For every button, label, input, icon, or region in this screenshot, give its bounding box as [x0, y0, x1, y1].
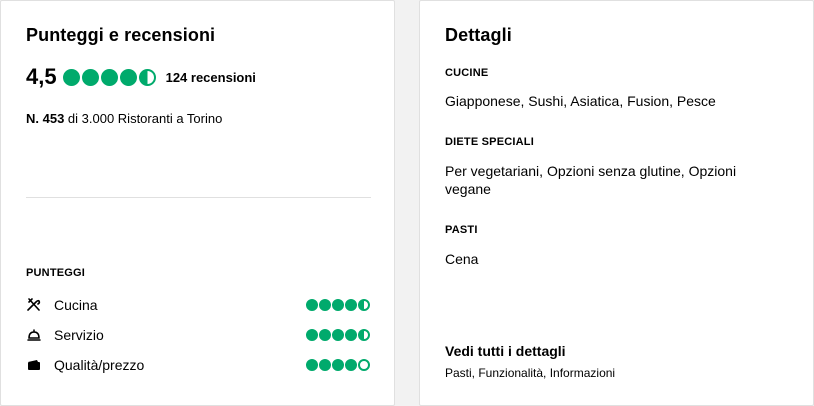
special-diets-value: Per vegetariani, Opzioni senza glutine, … — [445, 163, 737, 197]
bubble-full — [345, 329, 357, 341]
score-bubbles — [306, 329, 371, 341]
scores-label: PUNTEGGI — [26, 267, 86, 279]
rank-text: di 3.000 Ristoranti a Torino — [64, 111, 223, 126]
score-label: Cucina — [54, 297, 98, 313]
special-diets-label: DIETE SPECIALI — [445, 136, 534, 148]
meals-value: Cena — [445, 251, 479, 267]
divider — [26, 197, 371, 198]
bubble-full — [319, 299, 331, 311]
ratings-card: Punteggi e recensioni 4,5 124 recensioni… — [0, 0, 395, 406]
score-label: Qualità/prezzo — [54, 357, 145, 373]
details-card: Dettagli CUCINE Giapponese, Sushi, Asiat… — [419, 0, 814, 406]
service-bell-icon — [26, 327, 42, 343]
details-title: Dettagli — [445, 25, 512, 45]
bubble-half — [138, 68, 156, 86]
ranking: N. 453 di 3.000 Ristoranti a Torino — [26, 111, 222, 126]
cuisine-label: CUCINE — [445, 67, 489, 79]
bubble-full — [319, 329, 331, 341]
score-bubbles — [306, 299, 371, 311]
rank-number: N. 453 — [26, 111, 65, 126]
ratings-title: Punteggi e recensioni — [26, 25, 216, 45]
score-bubbles — [306, 359, 371, 371]
bubble-empty — [358, 359, 370, 371]
utensils-icon — [26, 297, 42, 313]
score-row-servizio: Servizio — [26, 325, 371, 345]
reviews-count-link[interactable]: 124 recensioni — [166, 70, 256, 85]
score-row-qualita-prezzo: Qualità/prezzo — [26, 355, 371, 375]
bubble-full — [332, 359, 344, 371]
overall-rating: 4,5 124 recensioni — [26, 63, 256, 91]
bubble-full — [81, 68, 99, 86]
bubble-half — [358, 329, 370, 341]
bubble-full — [332, 329, 344, 341]
overall-rating-value: 4,5 — [26, 64, 57, 89]
see-all-details-link[interactable]: Vedi tutti i dettagli — [445, 343, 566, 359]
see-all-details-subtext: Pasti, Funzionalità, Informazioni — [445, 366, 616, 380]
bubble-half — [358, 299, 370, 311]
bubble-full — [345, 299, 357, 311]
bubble-full — [119, 68, 137, 86]
score-row-cucina: Cucina — [26, 295, 371, 315]
bubble-full — [332, 299, 344, 311]
score-label: Servizio — [54, 327, 104, 343]
bubble-full — [319, 359, 331, 371]
meals-label: PASTI — [445, 224, 478, 236]
overall-rating-bubbles — [62, 68, 158, 86]
wallet-icon — [26, 357, 42, 373]
bubble-full — [62, 68, 80, 86]
bubble-full — [345, 359, 357, 371]
bubble-full — [306, 329, 318, 341]
bubble-full — [100, 68, 118, 86]
cuisine-value: Giapponese, Sushi, Asiatica, Fusion, Pes… — [445, 93, 716, 109]
bubble-full — [306, 359, 318, 371]
bubble-full — [306, 299, 318, 311]
